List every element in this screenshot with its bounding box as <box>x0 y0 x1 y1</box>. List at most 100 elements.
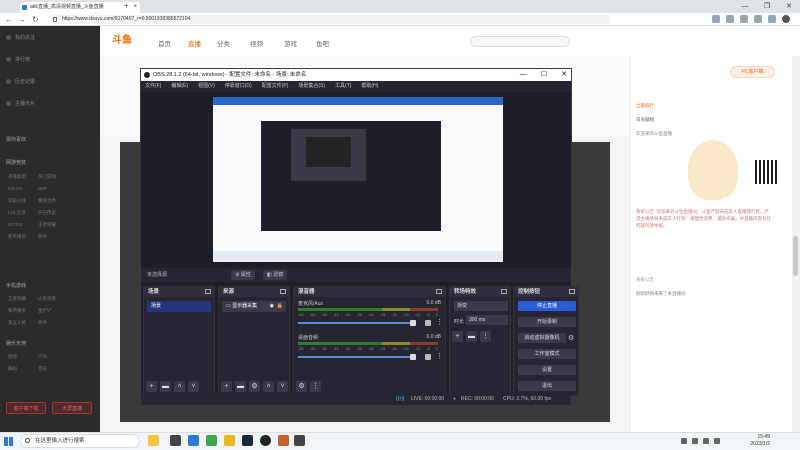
add-icon[interactable]: + <box>146 381 157 392</box>
move-up-icon[interactable]: ˄ <box>263 381 274 392</box>
sidebar-subitem[interactable]: 炉石传说 <box>38 210 56 216</box>
sidebar-section-title[interactable]: 网游竞技 <box>6 159 26 166</box>
back-icon[interactable]: ← <box>5 14 13 25</box>
downloads-icon[interactable] <box>768 15 776 23</box>
sidebar-subitem[interactable]: 热门游戏 <box>38 174 56 180</box>
volume-slider[interactable] <box>298 354 416 360</box>
move-down-icon[interactable]: ˅ <box>277 381 288 392</box>
source-item[interactable]: ▭ 显示器采集 ◉ 🔒 <box>222 301 286 312</box>
file-explorer-icon[interactable] <box>224 435 235 446</box>
sidebar-section-title[interactable]: 猜你喜欢 <box>6 136 26 143</box>
edge-browser-icon[interactable] <box>188 435 199 446</box>
browser-tab[interactable]: attk直播_高清视频直播_斗鱼直播 × <box>20 2 140 13</box>
undock-icon[interactable] <box>205 289 211 294</box>
undock-icon[interactable] <box>280 289 286 294</box>
remove-icon[interactable]: ▬ <box>235 381 246 392</box>
windows-start-icon[interactable] <box>4 437 13 446</box>
taskbar-clock[interactable]: 15:49 2023/1/2 <box>751 434 770 448</box>
sidebar-section-title[interactable]: 娱乐天地 <box>6 340 26 347</box>
add-icon[interactable]: + <box>221 381 232 392</box>
nav-live[interactable]: 直播 <box>188 38 201 48</box>
sidebar-subitem[interactable]: 原神 <box>38 320 47 326</box>
reload-icon[interactable]: ↻ <box>32 14 39 25</box>
read-aloud-icon[interactable] <box>712 15 720 23</box>
close-window-button[interactable]: ✕ <box>778 0 800 13</box>
sidebar-item-history[interactable]: 历史记录 <box>6 78 35 85</box>
move-down-icon[interactable]: ˅ <box>188 381 199 392</box>
site-search-input[interactable] <box>470 36 570 47</box>
obs-minimize-button[interactable]: — <box>520 69 527 81</box>
speaker-icon[interactable] <box>425 354 431 360</box>
steam-icon[interactable] <box>242 435 253 446</box>
nav-home[interactable]: 首页 <box>158 38 171 48</box>
task-view-icon[interactable] <box>170 435 181 446</box>
move-up-icon[interactable]: ˄ <box>174 381 185 392</box>
duration-input[interactable]: 300 ms <box>466 315 508 325</box>
virtual-camera-settings-icon[interactable]: ⚙ <box>568 334 574 342</box>
volume-icon[interactable] <box>703 438 709 444</box>
menu-tools[interactable]: 工具(T) <box>335 81 351 92</box>
collections-icon[interactable] <box>754 15 762 23</box>
nav-video[interactable]: 视频 <box>250 38 263 48</box>
transition-type-select[interactable]: 渐变 <box>454 301 508 311</box>
settings-button[interactable]: 设置 <box>518 365 576 375</box>
menu-file[interactable]: 文件(F) <box>145 81 161 92</box>
undock-icon[interactable] <box>501 289 507 294</box>
more-options-icon[interactable]: ⋮ <box>310 381 321 392</box>
page-scrollbar[interactable] <box>792 56 800 432</box>
sidebar-subitem[interactable]: LOL云顶 <box>8 210 26 216</box>
sidebar-section-title[interactable]: 手机游戏 <box>6 282 26 289</box>
scene-item[interactable]: 场景 <box>147 301 211 312</box>
obs-maximize-button[interactable]: ☐ <box>541 69 547 81</box>
obs-close-button[interactable]: ✕ <box>561 69 567 81</box>
nav-yuba[interactable]: 鱼吧 <box>316 38 329 48</box>
client-download-button[interactable]: 客户端下载 <box>6 402 46 414</box>
sidebar-subitem[interactable]: DNF <box>38 186 47 191</box>
volume-slider[interactable] <box>298 320 416 326</box>
sidebar-subitem[interactable]: 颜值 <box>8 354 17 360</box>
stop-streaming-button[interactable]: 停止直播 <box>518 301 576 311</box>
scrollbar-thumb[interactable] <box>793 236 798 276</box>
advanced-audio-icon[interactable]: ⚙ <box>296 381 307 392</box>
menu-scene-collection[interactable]: 场景集合(S) <box>298 81 325 92</box>
network-icon[interactable] <box>692 438 698 444</box>
sidebar-subitem[interactable]: 和平精英 <box>8 308 26 314</box>
visibility-eye-icon[interactable]: ◉ <box>270 301 274 312</box>
sidebar-subitem[interactable]: 舞蹈 <box>8 366 17 372</box>
site-logo[interactable]: 斗鱼 <box>112 31 146 46</box>
more-options-icon[interactable]: ⋮ <box>480 331 491 342</box>
properties-button[interactable]: ⚙ 属性 <box>231 270 255 280</box>
rank-day-tab[interactable]: 日贡献榜 <box>636 116 771 123</box>
sidebar-subitem[interactable]: 户外 <box>38 354 47 360</box>
extensions-icon[interactable] <box>740 15 748 23</box>
sidebar-subitem[interactable]: 王者荣耀 <box>8 296 26 302</box>
rank-all-tab[interactable]: 全部排行 <box>636 102 771 109</box>
nav-category[interactable]: 分类 <box>217 38 230 48</box>
profile-avatar-icon[interactable] <box>782 15 790 23</box>
new-tab-button[interactable]: + <box>124 1 129 10</box>
sidebar-subitem[interactable]: DOTA2 <box>8 222 23 227</box>
more-options-icon[interactable]: ⋮ <box>436 353 443 361</box>
start-recording-button[interactable]: 开始录制 <box>518 317 576 327</box>
sidebar-subitem[interactable]: 王者荣耀 <box>38 222 56 228</box>
sidebar-subitem[interactable]: 穿越火线 <box>8 198 26 204</box>
maximize-button[interactable]: ❐ <box>756 0 778 13</box>
minimize-button[interactable]: — <box>734 0 756 13</box>
pc-client-button[interactable]: PC客户端 <box>730 66 775 78</box>
obs-app-icon[interactable] <box>260 435 271 446</box>
weather-widget-icon[interactable] <box>148 435 159 446</box>
menu-docks[interactable]: 停靠窗口(D) <box>225 81 252 92</box>
sidebar-item-card[interactable]: 主播卡片 <box>6 100 35 107</box>
tray-expand-icon[interactable] <box>681 438 687 444</box>
favorite-star-icon[interactable] <box>726 15 734 23</box>
app-icon[interactable] <box>278 435 289 446</box>
exit-button[interactable]: 退出 <box>518 381 576 391</box>
sidebar-subitem[interactable]: 原神 <box>38 234 47 240</box>
add-icon[interactable]: + <box>452 331 463 342</box>
ime-icon[interactable] <box>714 438 720 444</box>
remove-icon[interactable]: ▬ <box>160 381 171 392</box>
close-tab-icon[interactable]: × <box>133 2 137 13</box>
menu-edit[interactable]: 编辑(E) <box>171 81 188 92</box>
sidebar-item-follow[interactable]: 我的关注 <box>6 34 35 41</box>
sidebar-subitem[interactable]: 魔兽世界 <box>38 198 56 204</box>
